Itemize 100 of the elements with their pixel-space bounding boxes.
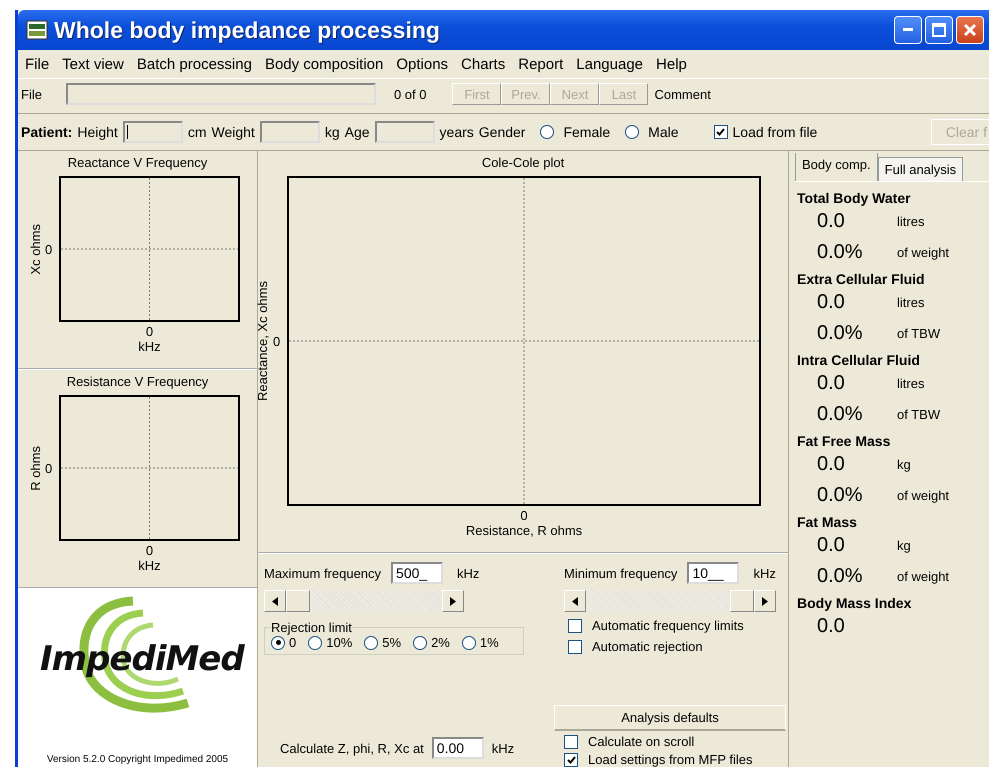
axis-label: Resistance, R ohms (466, 523, 582, 538)
unit-label: of TBW (897, 407, 940, 422)
result-value: 0.0% (817, 241, 864, 264)
axis-label: R ohms (28, 446, 42, 490)
checkbox[interactable] (568, 618, 582, 632)
menu-item[interactable]: Language (571, 56, 652, 72)
result-value: 0.0 (817, 453, 846, 476)
axis-label: kHz (138, 558, 161, 573)
unit-label: of weight (897, 488, 950, 503)
radio-button[interactable] (271, 636, 285, 650)
minimize-icon (903, 28, 913, 32)
result-value: 0.0 (817, 372, 846, 395)
tick-label: 0 (146, 324, 154, 339)
checkbox[interactable] (714, 125, 728, 139)
unit-label: kg (897, 457, 911, 472)
chart-title: Cole-Cole plot (482, 155, 564, 170)
checkbox-label: Load from file (732, 124, 818, 140)
result-title: Total Body Water (797, 190, 912, 206)
minimize-button[interactable] (894, 16, 922, 44)
menu-item[interactable]: Options (391, 56, 456, 72)
unit-label: of weight (897, 245, 950, 260)
close-button[interactable] (956, 16, 984, 44)
chart-title: Reactance V Frequency (68, 155, 208, 170)
unit-label: kg (897, 538, 911, 553)
frequency-slider[interactable] (264, 590, 464, 612)
slider-thumb[interactable] (286, 590, 310, 612)
weight-label: Weight (211, 124, 255, 140)
height-field[interactable] (122, 121, 183, 143)
checkbox[interactable] (564, 734, 578, 748)
radio-button[interactable] (462, 636, 476, 650)
result-value: 0.0% (817, 322, 864, 345)
age-label: Age (344, 124, 370, 140)
checkbox-label: Calculate on scroll (588, 734, 694, 749)
frequency-label: Maximum frequency (264, 566, 382, 580)
radio-button[interactable] (413, 636, 428, 650)
radio-label: Male (648, 124, 679, 140)
frequency-field[interactable]: 10__ (687, 562, 740, 584)
arrow-left-icon (564, 590, 586, 612)
calculate-label: Calculate Z, phi, R, Xc at (280, 740, 424, 756)
menu-item[interactable]: File (20, 56, 58, 72)
checkbox[interactable] (564, 752, 578, 766)
frequency-field[interactable]: 0.00 (432, 737, 484, 759)
radio-label: Female (563, 124, 610, 140)
checkbox[interactable] (568, 640, 582, 654)
result-title: Fat Free Mass (797, 433, 892, 449)
maximize-button[interactable] (925, 16, 953, 44)
window-title: Whole body impedance processing (54, 16, 440, 44)
result-value: 0.0 (817, 291, 846, 314)
result-value: 0.0% (817, 484, 864, 507)
result-title: Fat Mass (797, 514, 858, 530)
arrow-right-icon (442, 590, 464, 612)
unit-label: years (440, 124, 474, 140)
patient-label: Patient: (21, 124, 72, 140)
unit-label: of weight (897, 569, 950, 584)
result-value: 0.0 (817, 210, 846, 233)
file-field[interactable] (66, 83, 376, 105)
tick-label: 0 (520, 508, 528, 523)
menu-item[interactable]: Charts (456, 56, 514, 72)
tab[interactable]: Full analysis (878, 157, 964, 181)
age-field[interactable] (374, 121, 435, 143)
axis-label: Reactance, Xc ohms (254, 281, 270, 401)
height-label: Height (77, 124, 118, 140)
frequency-field[interactable]: 500_ (391, 562, 444, 584)
radio-button[interactable] (308, 636, 322, 650)
record-count: 0 of 0 (394, 86, 426, 102)
checkbox-label: Automatic frequency limits (592, 618, 744, 633)
radio-label: 0 (289, 635, 296, 650)
tick-label: 0 (45, 460, 54, 476)
tab[interactable]: Body comp. (795, 153, 878, 181)
radio-button[interactable] (540, 125, 554, 139)
menu-item[interactable]: Help (651, 56, 695, 72)
checkbox-label: Load settings from MFP files (588, 752, 752, 767)
close-icon (963, 23, 977, 37)
analysis-defaults-button[interactable]: Analysis defaults (554, 705, 786, 731)
frequency-label: Minimum frequency (564, 566, 678, 580)
app-icon (26, 20, 48, 40)
unit-label: kHz (492, 740, 514, 756)
radio-button[interactable] (625, 125, 640, 139)
radio-button[interactable] (364, 636, 378, 650)
version-text: Version 5.2.0 Copyright Impedimed 2005 (46, 754, 228, 765)
arrow-left-icon (264, 590, 286, 612)
group-label: Rejection limit (271, 620, 352, 635)
slider-thumb[interactable] (730, 590, 754, 612)
result-title: Extra Cellular Fluid (797, 271, 926, 287)
frequency-slider[interactable] (564, 590, 776, 612)
menu-item[interactable]: Report (513, 56, 572, 72)
radio-label: 5% (382, 635, 402, 650)
weight-field[interactable] (260, 121, 320, 143)
result-value: 0.0 (817, 534, 846, 557)
result-value: 0.0% (817, 403, 864, 426)
axis-label: kHz (138, 339, 161, 354)
unit-label: litres (897, 214, 924, 229)
menu-item[interactable]: Text view (57, 56, 132, 72)
unit-label: of TBW (897, 326, 940, 341)
menu-item[interactable]: Body composition (260, 56, 392, 72)
menu-item[interactable]: Batch processing (132, 56, 260, 72)
result-title: Intra Cellular Fluid (797, 352, 921, 368)
chart-title: Resistance V Frequency (66, 374, 208, 389)
tick-label: 0 (273, 334, 282, 348)
result-value: 0.0% (817, 565, 864, 588)
